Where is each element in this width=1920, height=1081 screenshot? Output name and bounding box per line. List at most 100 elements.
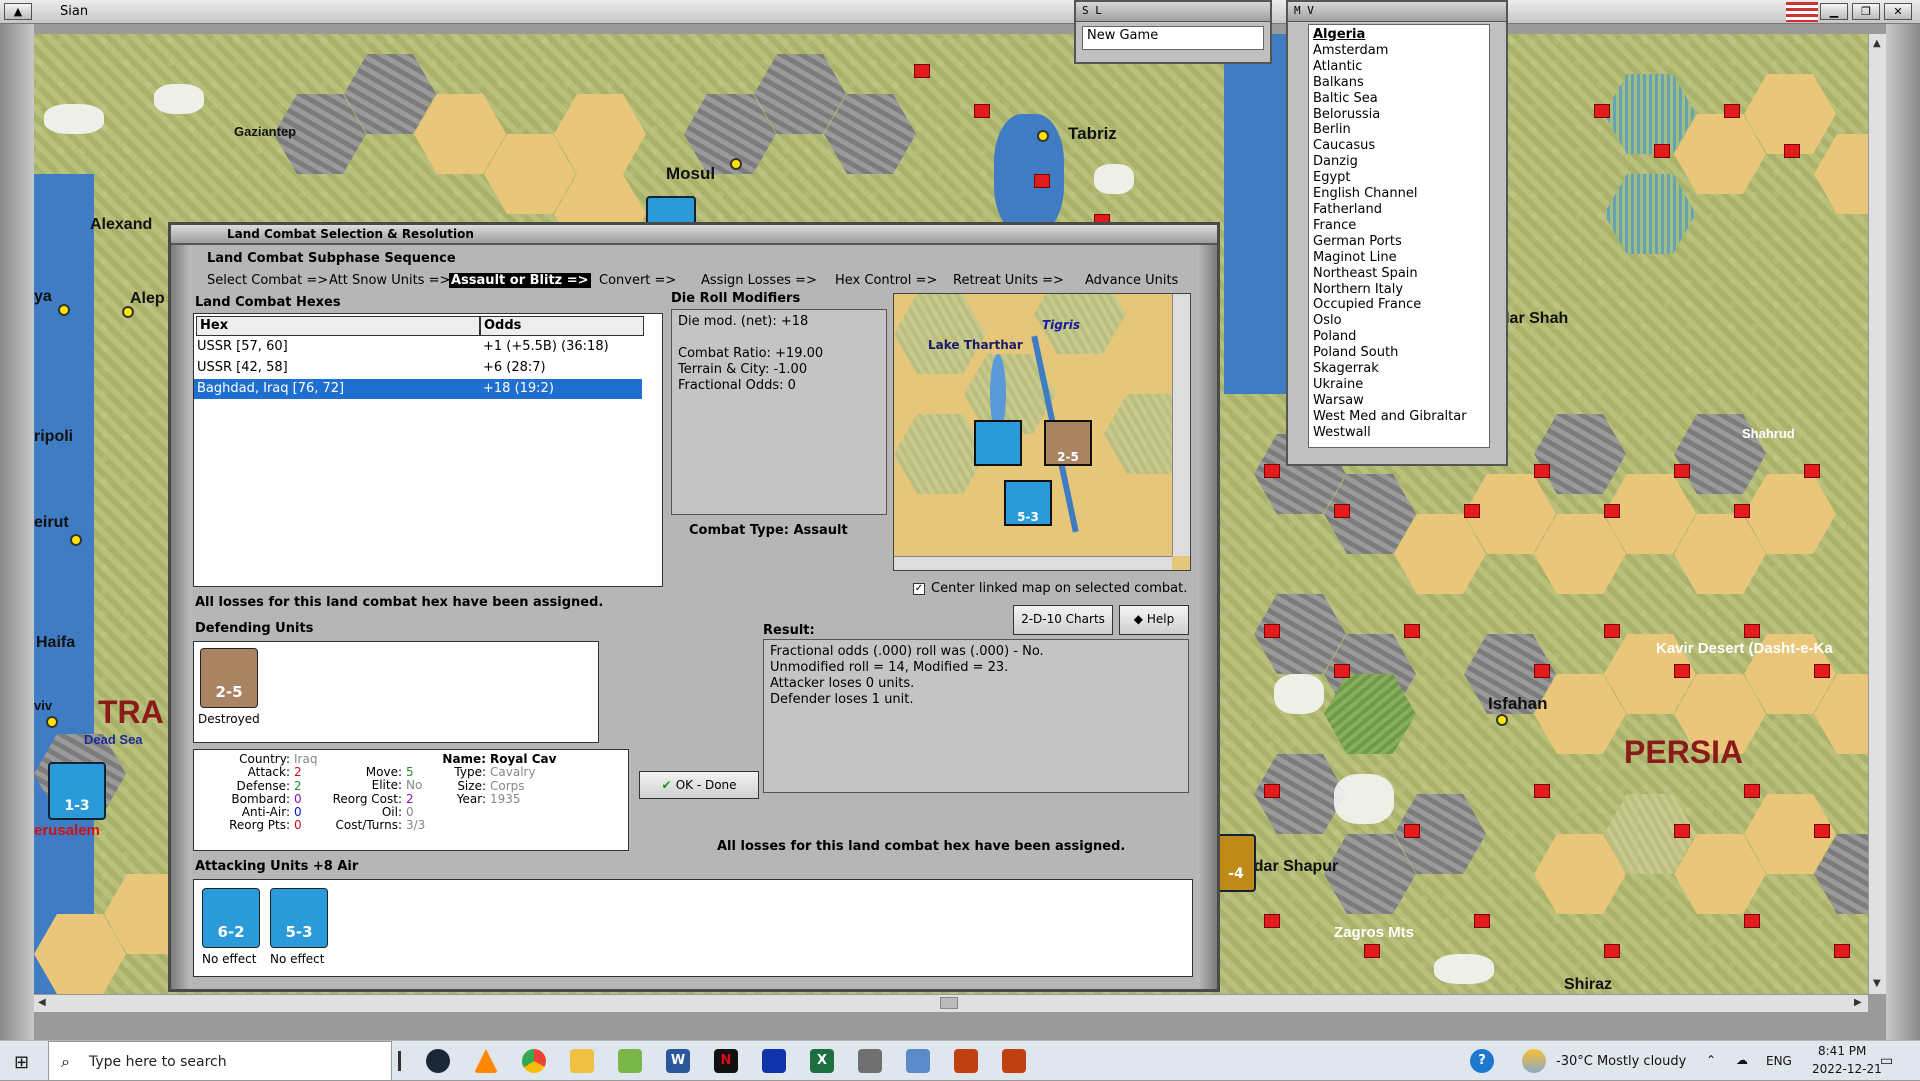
map-view-item[interactable]: Oslo [1313,313,1485,329]
scroll-right-icon[interactable]: ▶ [1854,997,1862,1008]
mv-window-titlebar[interactable]: M V [1288,2,1506,22]
map-horizontal-scrollbar[interactable]: ◀ ▶ [34,994,1868,1012]
task-view-icon[interactable] [398,1051,401,1071]
map-view-item[interactable]: Algeria [1313,27,1485,43]
charts-button[interactable]: 2-D-10 Charts [1013,605,1113,635]
calculator-icon[interactable] [858,1049,882,1073]
taskbar-search[interactable]: ⌕ Type here to search [48,1041,392,1081]
map-view-item[interactable]: Egypt [1313,170,1485,186]
steam-icon[interactable] [426,1049,450,1073]
map-view-item[interactable]: France [1313,218,1485,234]
defender-unit-counter[interactable]: 2-5 [200,648,258,708]
map-view-item[interactable]: Danzig [1313,154,1485,170]
chrome-icon[interactable] [522,1049,546,1073]
map-view-item[interactable]: Amsterdam [1313,43,1485,59]
table-row-selected[interactable]: Baghdad, Iraq [76, 72] +18 (19:2) [194,379,642,399]
map-label-tabriz: Tabriz [1068,124,1117,143]
map-view-item[interactable]: Caucasus [1313,138,1485,154]
attacker-unit-counter[interactable]: 5-3 [270,888,328,948]
mini-map-vscroll[interactable] [1172,294,1190,556]
cell-hex: USSR [57, 60] [197,339,288,354]
map-view-item[interactable]: Fatherland [1313,202,1485,218]
ok-done-button[interactable]: ✔ OK - Done [639,771,759,799]
control-panel-icon[interactable] [906,1049,930,1073]
map-view-item[interactable]: German Ports [1313,234,1485,250]
sl-window-titlebar[interactable]: S L [1076,2,1270,22]
netflix-icon[interactable]: N [714,1049,738,1073]
stat-attack-value: 2 [294,765,302,780]
file-explorer-icon[interactable] [570,1049,594,1073]
help-tray-icon[interactable]: ? [1470,1049,1494,1073]
weather-text[interactable]: -30°C Mostly cloudy [1556,1054,1686,1069]
fractional-odds: Fractional Odds: 0 [678,378,796,393]
map-view-item[interactable]: Westwall [1313,425,1485,441]
mini-map-hscroll[interactable] [894,556,1172,570]
scroll-thumb[interactable] [940,997,958,1009]
cell-odds: +1 (+5.5B) (36:18) [483,339,609,354]
network-icon[interactable]: ☁ [1736,1053,1748,1067]
word-icon[interactable]: W [666,1049,690,1073]
map-view-item[interactable]: West Med and Gibraltar [1313,409,1485,425]
hexes-title: Land Combat Hexes [195,295,341,310]
unit-counter[interactable]: -4 [1216,834,1256,892]
map-view-item[interactable]: Skagerrak [1313,361,1485,377]
tray-chevron-icon[interactable]: ⌃ [1706,1053,1716,1067]
linked-mini-map[interactable]: Lake Tharthar Tigris 2-5 5-3 [893,293,1191,571]
map-view-item[interactable]: Poland [1313,329,1485,345]
help-button[interactable]: ◆ Help [1119,605,1189,635]
map-view-item[interactable]: Berlin [1313,122,1485,138]
scroll-left-icon[interactable]: ◀ [38,997,46,1008]
mini-attacker-counter[interactable] [974,420,1022,466]
mini-defender-counter[interactable]: 2-5 [1044,420,1092,466]
map-view-item[interactable]: Belorussia [1313,107,1485,123]
map-view-item[interactable]: Warsaw [1313,393,1485,409]
table-row[interactable]: USSR [42, 58] +6 (28:7) [194,358,662,378]
notification-icon[interactable]: ▭ [1880,1053,1893,1069]
snow-icon [1274,674,1324,714]
weather-icon[interactable] [1522,1049,1546,1073]
stat-reorgcost-value: 2 [406,791,414,806]
table-row[interactable]: USSR [57, 60] +1 (+5.5B) (36:18) [194,337,662,357]
map-view-item[interactable]: Poland South [1313,345,1485,361]
combat-hexes-table[interactable]: Hex Odds USSR [57, 60] +1 (+5.5B) (36:18)… [193,313,663,587]
notepad-icon[interactable] [618,1049,642,1073]
map-view-item[interactable]: Baltic Sea [1313,91,1485,107]
scroll-up-icon[interactable]: ▲ [1873,38,1881,49]
mini-attacker-counter[interactable]: 5-3 [1004,480,1052,526]
map-view-item[interactable]: Northern Italy [1313,282,1485,298]
col-header-hex[interactable]: Hex [196,316,480,336]
map-view-item[interactable]: Ukraine [1313,377,1485,393]
vlc-icon[interactable] [474,1049,498,1073]
map-view-item[interactable]: Balkans [1313,75,1485,91]
dialog-titlebar[interactable]: Land Combat Selection & Resolution [171,225,1217,245]
minimize-button[interactable]: ▁ [1820,3,1848,20]
map-vertical-scrollbar[interactable]: ▲ ▼ [1868,34,1886,994]
close-button[interactable]: ✕ [1884,3,1912,20]
game-icon[interactable] [954,1049,978,1073]
clock-time[interactable]: 8:41 PM [1818,1044,1866,1058]
col-header-odds[interactable]: Odds [480,316,644,336]
map-view-item[interactable]: Atlantic [1313,59,1485,75]
restore-button[interactable]: ❐ [1852,3,1880,20]
excel-icon[interactable]: X [810,1049,834,1073]
center-map-checkbox[interactable]: ✓ [913,583,925,595]
map-view-item[interactable]: Occupied France [1313,297,1485,313]
scroll-down-icon[interactable]: ▼ [1873,978,1881,989]
ok-done-label: OK - Done [675,778,737,792]
attacker-unit-counter[interactable]: 6-2 [202,888,260,948]
clock-date[interactable]: 2022-12-21 [1812,1062,1882,1076]
language-indicator[interactable]: ENG [1766,1054,1792,1068]
window-menu-icon[interactable]: ▲ [4,3,32,20]
disney-icon[interactable] [762,1049,786,1073]
stat-year-value: 1935 [490,791,521,806]
new-game-item[interactable]: New Game [1082,26,1264,50]
attacker-status: No effect [202,952,257,966]
map-view-list[interactable]: Algeria Amsterdam Atlantic Balkans Baltic Se… [1308,24,1490,448]
map-view-item[interactable]: English Channel [1313,186,1485,202]
windows-start-icon[interactable]: ⊞ [14,1052,29,1073]
map-view-item[interactable]: Maginot Line [1313,250,1485,266]
game-icon[interactable] [1002,1049,1026,1073]
map-view-item[interactable]: Northeast Spain [1313,266,1485,282]
step-att-snow: Att Snow Units => [329,273,451,288]
unit-counter[interactable]: 1-3 [48,762,106,820]
